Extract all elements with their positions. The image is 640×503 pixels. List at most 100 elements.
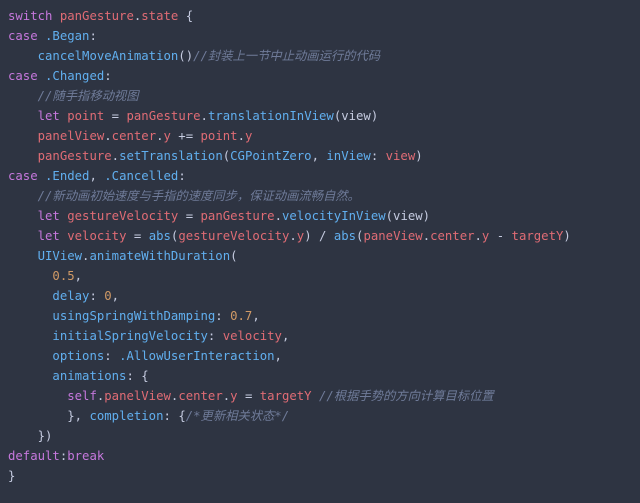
func-call: abs [334,229,356,243]
keyword-switch: switch [8,9,52,23]
comma: , [75,269,82,283]
colon: : [178,169,185,183]
line: UIView.animateWithDuration( [8,249,238,263]
ident: paneView [363,229,422,243]
comment: //新动画初始速度与手指的速度同步，保证动画流畅自然。 [38,189,360,203]
ident: targetY [512,229,564,243]
ident: velocity [223,329,282,343]
line: initialSpringVelocity: velocity, [8,329,289,343]
ident: gestureVelocity [67,209,178,223]
line: delay: 0, [8,289,119,303]
eq: = [178,209,200,223]
line: }, completion: {/*更新相关状态*/ [8,409,289,423]
line: case .Changed: [8,69,112,83]
arg-label: inView [326,149,370,163]
comment: //封装上一节中止动画运行的代码 [193,49,380,63]
brace-close: } [67,409,74,423]
code-block: switch panGesture.state { case .Began: c… [0,0,640,492]
enum-case: .Changed [45,69,104,83]
paren-open: ( [230,249,237,263]
colon: : [126,369,141,383]
ident: gestureVelocity [178,229,289,243]
colon: : [104,349,119,363]
ident: velocity [67,229,126,243]
type: UIView [38,249,82,263]
keyword-case: case [8,169,38,183]
dot: . [156,129,163,143]
ident: point [67,109,104,123]
func-call: abs [149,229,171,243]
ident: center [112,129,156,143]
eq: = [104,109,126,123]
arg-label: options [52,349,104,363]
line: let gestureVelocity = panGesture.velocit… [8,209,430,223]
ident: y [164,129,171,143]
enum-case: .AllowUserInteraction [119,349,274,363]
brace: { [141,369,148,383]
colon: : [371,149,386,163]
line: usingSpringWithDamping: 0.7, [8,309,260,323]
number-literal: 0.7 [230,309,252,323]
line: case .Ended, .Cancelled: [8,169,186,183]
dot: . [112,149,119,163]
ident: panelView [38,129,105,143]
enum-case: .Began [45,29,89,43]
keyword-break: break [67,449,104,463]
eq: = [126,229,148,243]
keyword-let: let [38,229,60,243]
keyword-self: self [67,389,97,403]
comma: , [252,309,259,323]
enum-case: .Ended [45,169,89,183]
close: }) [38,429,53,443]
colon: : [164,409,179,423]
ident: y [230,389,237,403]
line: } [8,469,15,483]
comment: //根据手势的方向计算目标位置 [319,389,494,403]
colon: : [89,29,96,43]
ident: panGesture [201,209,275,223]
line: //新动画初始速度与手指的速度同步，保证动画流畅自然。 [8,189,360,203]
dot: . [289,229,296,243]
ident: center [178,389,222,403]
keyword-case: case [8,69,38,83]
dot: . [275,209,282,223]
colon: : [104,69,111,83]
line: animations: { [8,369,149,383]
dot: . [201,109,208,123]
brace: { [178,9,193,23]
line: 0.5, [8,269,82,283]
func-call: velocityInView [282,209,386,223]
line: switch panGesture.state { [8,9,193,23]
arg-label: usingSpringWithDamping [52,309,215,323]
eq: = [238,389,260,403]
line: let point = panGesture.translationInView… [8,109,378,123]
comma: , [112,289,119,303]
ident: y [245,129,252,143]
line: self.panelView.center.y = targetY //根据手势… [8,389,494,403]
func-call: cancelMoveAnimation [38,49,179,63]
line: }) [8,429,52,443]
arg-label: delay [52,289,89,303]
args: (view) [386,209,430,223]
paren-close: ) [415,149,422,163]
line: case .Began: [8,29,97,43]
dot: . [104,129,111,143]
comma: , [312,149,327,163]
line: let velocity = abs(gestureVelocity.y) / … [8,229,571,243]
enum-case: .Cancelled [104,169,178,183]
ident: view [386,149,416,163]
ident: point [201,129,238,143]
line: panGesture.setTranslation(CGPointZero, i… [8,149,423,163]
keyword-case: case [8,29,38,43]
line: panelView.center.y += point.y [8,129,252,143]
comma: , [89,169,104,183]
number-literal: 0 [104,289,111,303]
line: options: .AllowUserInteraction, [8,349,282,363]
ident: state [141,9,178,23]
ident: center [430,229,474,243]
line: default:break [8,449,104,463]
arg-label: completion [89,409,163,423]
arg-label: initialSpringVelocity [52,329,207,343]
space [312,389,319,403]
comment: //随手指移动视图 [38,89,139,103]
